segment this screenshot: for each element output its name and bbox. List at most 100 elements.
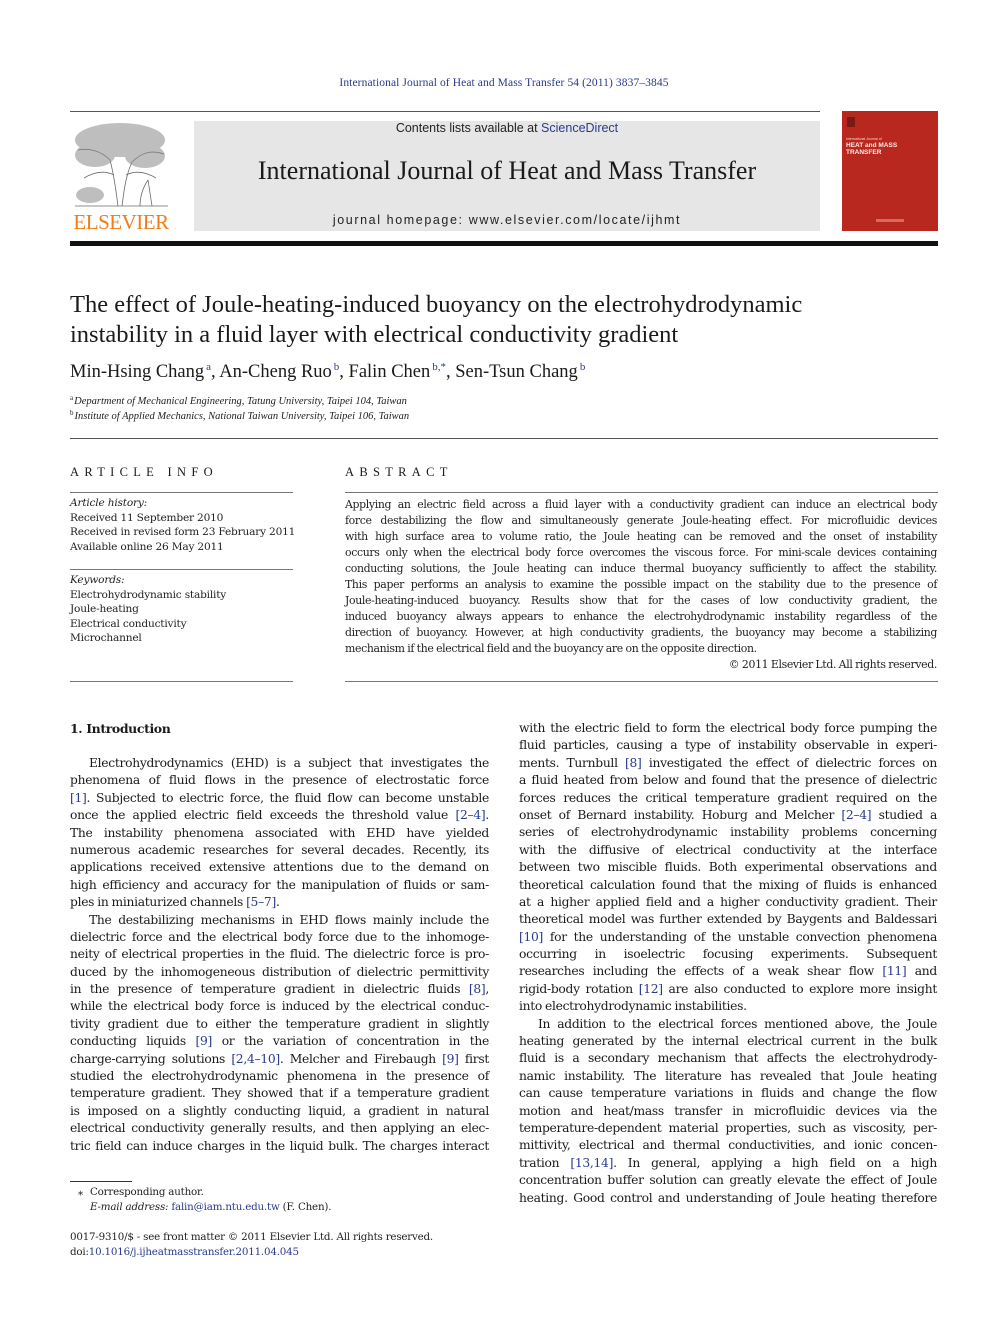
copyright-notice: © 2011 Elsevier Ltd. All rights reserved… [728, 658, 938, 671]
citation-link[interactable]: [8] [469, 982, 486, 996]
affiliation-marker[interactable]: b [580, 361, 586, 373]
author[interactable]: Sen-Tsun Chang b [455, 361, 586, 383]
abstract-line: induced buoyancy always appears to enhan… [345, 610, 937, 623]
homepage-url-link[interactable]: www.elsevier.com/locate/ijhmt [469, 213, 681, 227]
citation-link[interactable]: [11] [882, 964, 906, 978]
citation-link[interactable]: [5–7] [246, 895, 276, 909]
author-name: An-Cheng Ruo [219, 362, 332, 382]
abstract-text: Applying an electric field across a flui… [345, 497, 937, 673]
abstract-heading: ABSTRACT [345, 465, 453, 479]
body-text-line: [10] for the understanding of the unstab… [519, 929, 937, 944]
article-info-heading: ARTICLE INFO [70, 465, 218, 479]
body-text-line: is imposed on a slightly conducting liqu… [70, 1103, 489, 1118]
keyword: Joule-heating [70, 603, 139, 615]
cover-title-line2: TRANSFER [846, 149, 882, 156]
body-text-line: electrical conductivity generally result… [70, 1121, 489, 1136]
author[interactable]: Falin Chen b,* [348, 361, 446, 383]
body-right-column: with the electric field to form the elec… [519, 720, 937, 1207]
author[interactable]: Min-Hsing Chang a [70, 362, 211, 383]
body-text-line: The destabilizing mechanisms in EHD flow… [89, 912, 489, 927]
body-text-line: charge-carrying solutions [2,4–10]. Melc… [70, 1051, 490, 1066]
body-text-line: tration [13,14]. In general, applying a … [519, 1155, 937, 1170]
body-text-line: temperature gradient. They showed that i… [70, 1086, 489, 1101]
body-text-line: at a higher applied field and a higher c… [519, 894, 937, 909]
abstract-line: This paper performs an analysis to exami… [345, 578, 937, 591]
cover-subtitle: International Journal of [846, 137, 882, 141]
body-text-line: motion and heat/mass transfer in microfl… [519, 1103, 937, 1118]
sciencedirect-link[interactable]: ScienceDirect [541, 121, 618, 135]
keyword: Microchannel [70, 632, 142, 644]
author-name: Min-Hsing Chang [70, 362, 205, 382]
abstract-line: force destabilizing the flow and simulta… [345, 514, 937, 527]
elsevier-wordmark: ELSEVIER [73, 210, 169, 234]
affiliation-label: b [70, 409, 74, 417]
citation-link[interactable]: [8] [625, 756, 642, 770]
email-suffix: (F. Chen). [279, 1201, 332, 1213]
citation-link[interactable]: [2,4–10] [231, 1052, 280, 1066]
keyword: Electrohydrodynamic stability [70, 588, 227, 601]
journal-cover-thumbnail[interactable]: International Journal of HEAT and MASS TR… [842, 111, 938, 231]
body-text-line: tivity gradient due to either the temper… [70, 1016, 489, 1031]
header-rule [70, 111, 820, 112]
affiliation: bInstitute of Applied Mechanics, Nationa… [70, 409, 950, 424]
journal-citation-link[interactable]: International Journal of Heat and Mass T… [0, 77, 992, 89]
contents-prefix: Contents lists available at [395, 121, 542, 135]
body-text-line: concentration buffer solution can greatl… [519, 1173, 937, 1188]
body-text-line: theoretical calculation found that the m… [519, 877, 937, 892]
citation-link[interactable]: [9] [442, 1052, 459, 1066]
article-info-rule [70, 569, 293, 570]
citation-link[interactable]: [12] [639, 982, 663, 996]
citation-link[interactable]: [10] [519, 930, 543, 944]
abstract-line: Joule-heating-induced buoyancy. Results … [345, 594, 937, 607]
author-separator: , [339, 362, 349, 382]
body-text-line: fluid particles, causing a type of insta… [519, 738, 937, 753]
article-info-rule [70, 681, 293, 682]
doi-link[interactable]: 10.1016/j.ijheatmasstransfer.2011.04.045 [89, 1246, 299, 1258]
body-text-line: series of electrohydrodynamic instabilit… [519, 825, 937, 840]
body-text-line: fluid is a secondary mechanism that affe… [519, 1051, 937, 1066]
body-text-line: conducting liquids [9] or the variation … [70, 1034, 489, 1049]
email-line: E-mail address: falin@iam.ntu.edu.tw (F.… [78, 1200, 498, 1215]
title-rule [70, 438, 938, 439]
body-text-line: neity of electrical properties in the fl… [70, 947, 489, 962]
body-text-line: heating generated by the internal electr… [519, 1034, 937, 1049]
body-text-line: mittivity, electrical and thermal conduc… [519, 1138, 937, 1153]
body-text-line: a fluid heated from below and found that… [519, 773, 937, 788]
body-text-line: in the presence of temperature gradient … [70, 982, 489, 997]
citation-link[interactable]: [2–4] [841, 808, 871, 822]
body-text-line: ments. Turnbull [8] investigated the eff… [519, 755, 937, 770]
affiliation-marker[interactable]: b,* [432, 361, 446, 373]
body-text-line: tric field can induce charges in the liq… [70, 1138, 489, 1153]
journal-homepage: journal homepage: www.elsevier.com/locat… [194, 213, 820, 227]
author[interactable]: An-Cheng Ruo b [219, 362, 339, 383]
abstract-line: mechanism if the electrical field and th… [345, 642, 757, 655]
email-link[interactable]: falin@iam.ntu.edu.tw [171, 1201, 279, 1213]
abstract-rule [345, 492, 938, 493]
citation-link[interactable]: [1] [70, 791, 87, 805]
body-text-line: temperature-dependent material propertie… [519, 1120, 937, 1135]
doi-prefix: doi: [70, 1246, 89, 1258]
article-history-label: Article history: [70, 497, 148, 509]
body-text-line: The instability phenomena associated wit… [70, 825, 489, 840]
abstract-line: occurs only when the electrical body for… [345, 546, 937, 559]
body-text-line: applications received extensive attentio… [70, 860, 489, 875]
author-separator: , [211, 362, 220, 382]
doi-line: doi:10.1016/j.ijheatmasstransfer.2011.04… [70, 1245, 500, 1260]
tree-icon [75, 123, 168, 207]
body-text-line: namic instability. The literature has re… [519, 1068, 937, 1083]
author-name: Falin Chen [348, 362, 431, 382]
body-text-line: occurring in isoelectric focusing experi… [519, 947, 937, 962]
abstract-line: conducting solutions, the Joule heating … [345, 562, 937, 575]
body-text-line: phenomena of fluid flows in the presence… [70, 773, 489, 788]
article-title-line2: instability in a fluid layer with electr… [70, 321, 679, 348]
citation-link[interactable]: [2–4] [455, 808, 485, 822]
body-text-line: once the applied electric field exceeds … [70, 808, 489, 823]
cover-title-line1: HEAT and MASS [846, 142, 898, 149]
body-text-line: with the diffusive of electrical conduct… [519, 842, 937, 857]
citation-link[interactable]: [13,14] [570, 1156, 613, 1170]
body-text-line: heating. Good control and understanding … [519, 1190, 937, 1205]
body-text-line: [1]. Subjected to electric force, the fl… [70, 790, 489, 805]
body-text-line: while the electrical body force is induc… [70, 999, 489, 1014]
citation-link[interactable]: [9] [196, 1034, 213, 1048]
cover-publisher-mark [876, 219, 904, 222]
